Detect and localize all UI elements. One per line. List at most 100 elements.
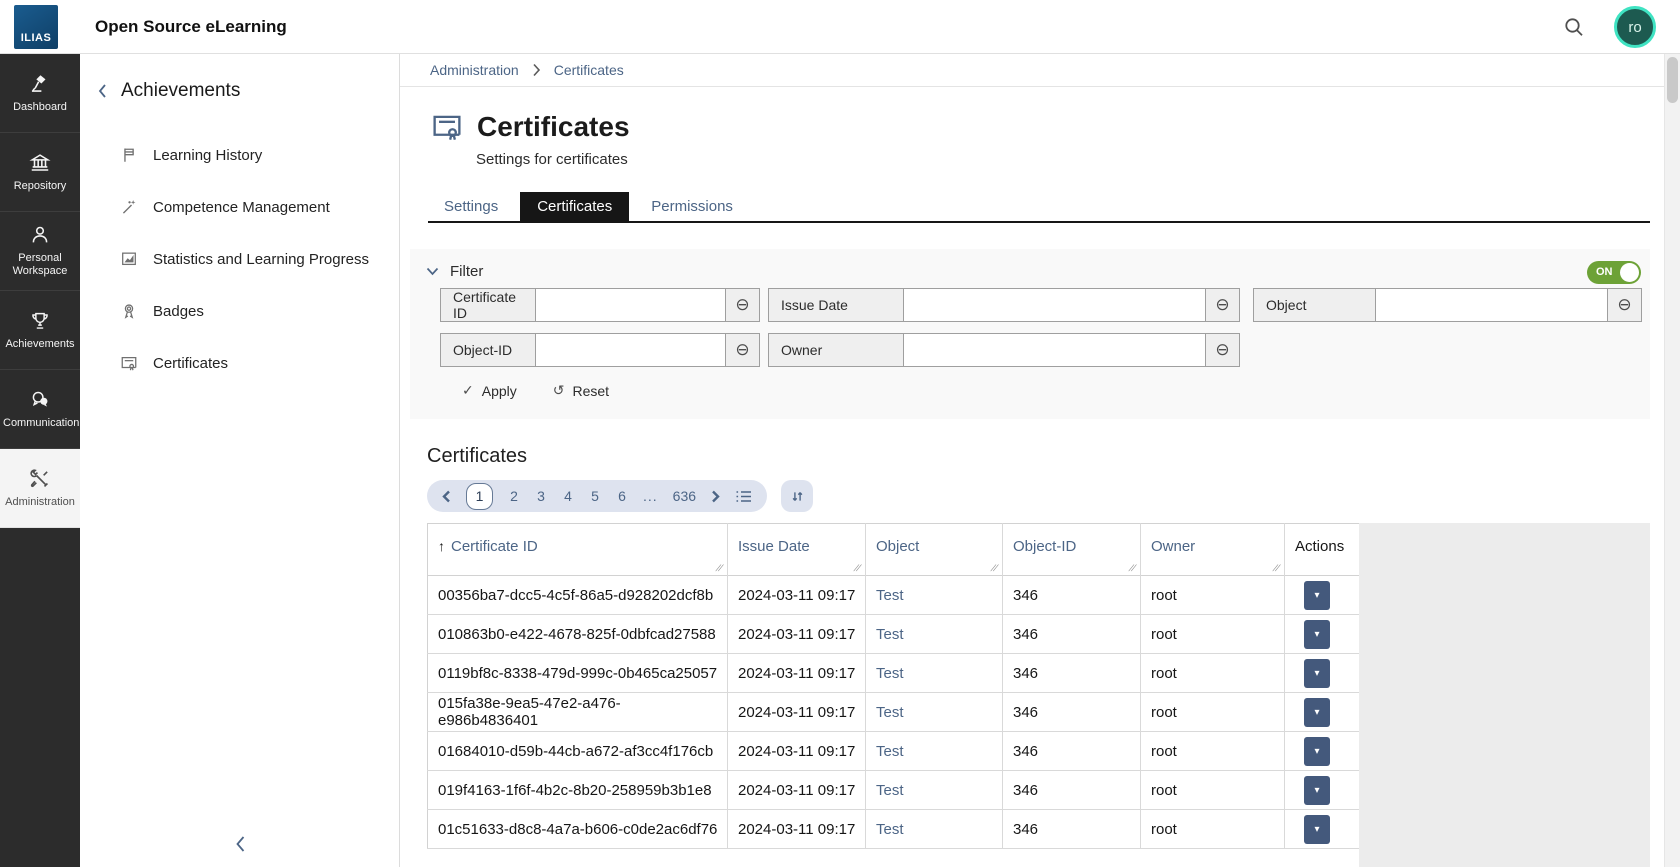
column-header-object-id[interactable]: Object-ID xyxy=(1003,524,1141,576)
cell-object-id: 346 xyxy=(1003,732,1141,771)
toggle-state-label: ON xyxy=(1596,266,1613,278)
pagination-page-2[interactable]: 2 xyxy=(508,488,520,504)
rail-item-repository[interactable]: Repository xyxy=(0,133,80,212)
cell-owner: root xyxy=(1141,693,1285,732)
tools-icon xyxy=(29,468,51,490)
tab-permissions[interactable]: Permissions xyxy=(649,192,735,221)
subpanel-title: Achievements xyxy=(121,80,240,102)
cell-actions: ▾ xyxy=(1285,771,1360,810)
main-nav-rail: Dashboard Repository Personal Workspace … xyxy=(0,54,80,867)
certificates-table: ↑Certificate ID Issue Date Object Object… xyxy=(427,523,1360,849)
apply-filter-button[interactable]: ✓ Apply xyxy=(462,382,517,399)
remove-filter-object-id-button[interactable]: ⊖ xyxy=(725,334,759,366)
pagination-prev-icon[interactable] xyxy=(442,490,451,503)
search-icon[interactable] xyxy=(1562,15,1586,39)
scrollbar-thumb[interactable] xyxy=(1667,57,1678,103)
cell-object-link[interactable]: Test xyxy=(866,615,1003,654)
remove-filter-owner-button[interactable]: ⊖ xyxy=(1205,334,1239,366)
row-actions-dropdown-button[interactable]: ▾ xyxy=(1304,620,1330,649)
cell-issue-date: 2024-03-11 09:17 xyxy=(728,771,866,810)
cell-issue-date: 2024-03-11 09:17 xyxy=(728,615,866,654)
sort-order-button[interactable] xyxy=(781,480,813,512)
vertical-scrollbar[interactable] xyxy=(1664,54,1680,867)
cell-owner: root xyxy=(1141,771,1285,810)
caret-down-icon: ▾ xyxy=(1314,590,1319,601)
row-actions-dropdown-button[interactable]: ▾ xyxy=(1304,776,1330,805)
chevron-down-icon xyxy=(426,267,439,276)
column-header-owner[interactable]: Owner xyxy=(1141,524,1285,576)
table-row: 01684010-d59b-44cb-a672-af3cc4f176cb 202… xyxy=(428,732,1360,771)
column-header-certificate-id[interactable]: ↑Certificate ID xyxy=(428,524,728,576)
cell-certificate-id: 015fa38e-9ea5-47e2-a476-e986b4836401 xyxy=(428,693,728,732)
breadcrumb-certificates[interactable]: Certificates xyxy=(554,62,624,78)
cell-object-id: 346 xyxy=(1003,693,1141,732)
subpanel-item-competence-management[interactable]: Competence Management xyxy=(80,181,399,233)
cell-issue-date: 2024-03-11 09:17 xyxy=(728,693,866,732)
column-header-object[interactable]: Object xyxy=(866,524,1003,576)
filter-on-toggle[interactable]: ON xyxy=(1587,261,1641,284)
breadcrumb: Administration Certificates xyxy=(400,54,1664,87)
ilias-logo[interactable]: ILIAS xyxy=(14,5,58,49)
tab-settings[interactable]: Settings xyxy=(442,192,500,221)
pagination-page-5[interactable]: 5 xyxy=(589,488,601,504)
topbar: ILIAS Open Source eLearning ro xyxy=(0,0,1680,54)
cell-owner: root xyxy=(1141,810,1285,849)
trophy-icon xyxy=(29,310,51,332)
pagination-ellipsis: ... xyxy=(643,488,658,504)
pagination-page-3[interactable]: 3 xyxy=(535,488,547,504)
certificate-id-input[interactable] xyxy=(536,289,725,321)
avatar[interactable]: ro xyxy=(1614,6,1656,48)
rail-item-administration[interactable]: Administration xyxy=(0,449,80,528)
row-actions-dropdown-button[interactable]: ▾ xyxy=(1304,581,1330,610)
subpanel-item-statistics[interactable]: Statistics and Learning Progress xyxy=(80,233,399,285)
remove-filter-certificate-id-button[interactable]: ⊖ xyxy=(725,289,759,321)
remove-filter-object-button[interactable]: ⊖ xyxy=(1607,289,1641,321)
column-header-issue-date[interactable]: Issue Date xyxy=(728,524,866,576)
cell-object-link[interactable]: Test xyxy=(866,654,1003,693)
pagination-page-636[interactable]: 636 xyxy=(673,488,696,504)
cell-object-link[interactable]: Test xyxy=(866,693,1003,732)
subpanel-item-learning-history[interactable]: Learning History xyxy=(80,129,399,181)
cell-object-link[interactable]: Test xyxy=(866,810,1003,849)
rail-item-communication[interactable]: Communication xyxy=(0,370,80,449)
row-actions-dropdown-button[interactable]: ▾ xyxy=(1304,737,1330,766)
rows-per-page-list-icon[interactable] xyxy=(735,490,752,503)
cell-object-id: 346 xyxy=(1003,576,1141,615)
cell-object-id: 346 xyxy=(1003,771,1141,810)
cell-object-link[interactable]: Test xyxy=(866,771,1003,810)
ilias-app: ILIAS Open Source eLearning ro Dashboard… xyxy=(0,0,1680,867)
row-actions-dropdown-button[interactable]: ▾ xyxy=(1304,815,1330,844)
subpanel-item-certificates[interactable]: Certificates xyxy=(80,337,399,389)
issue-date-input[interactable] xyxy=(904,289,1205,321)
sort-ascending-icon: ↑ xyxy=(438,538,445,554)
cell-actions: ▾ xyxy=(1285,615,1360,654)
reset-filter-button[interactable]: ↺ Reset xyxy=(553,382,609,399)
subpanel-item-badges[interactable]: Badges xyxy=(80,285,399,337)
cell-object-id: 346 xyxy=(1003,810,1141,849)
breadcrumb-administration[interactable]: Administration xyxy=(430,62,519,78)
pagination-page-4[interactable]: 4 xyxy=(562,488,574,504)
row-actions-dropdown-button[interactable]: ▾ xyxy=(1304,659,1330,688)
rail-item-personal-workspace[interactable]: Personal Workspace xyxy=(0,212,80,291)
remove-filter-issue-date-button[interactable]: ⊖ xyxy=(1205,289,1239,321)
cell-object-link[interactable]: Test xyxy=(866,576,1003,615)
object-id-input[interactable] xyxy=(536,334,725,366)
object-input[interactable] xyxy=(1376,289,1607,321)
pagination-page-6[interactable]: 6 xyxy=(616,488,628,504)
collapse-panel-chevron-icon[interactable] xyxy=(230,831,249,857)
owner-input[interactable] xyxy=(904,334,1205,366)
flag-icon xyxy=(120,146,138,164)
pagination-page-1[interactable]: 1 xyxy=(466,483,493,510)
back-chevron-icon[interactable] xyxy=(94,80,110,102)
row-actions-dropdown-button[interactable]: ▾ xyxy=(1304,698,1330,727)
cell-object-link[interactable]: Test xyxy=(866,732,1003,771)
filter-collapse-header[interactable]: Filter xyxy=(410,249,1650,288)
toggle-knob xyxy=(1620,263,1639,282)
reset-arrow-icon: ↺ xyxy=(553,382,565,399)
caret-down-icon: ▾ xyxy=(1314,629,1319,640)
cell-actions: ▾ xyxy=(1285,810,1360,849)
rail-item-achievements[interactable]: Achievements xyxy=(0,291,80,370)
rail-item-dashboard[interactable]: Dashboard xyxy=(0,54,80,133)
tab-certificates[interactable]: Certificates xyxy=(520,192,629,221)
pagination-next-icon[interactable] xyxy=(711,490,720,503)
